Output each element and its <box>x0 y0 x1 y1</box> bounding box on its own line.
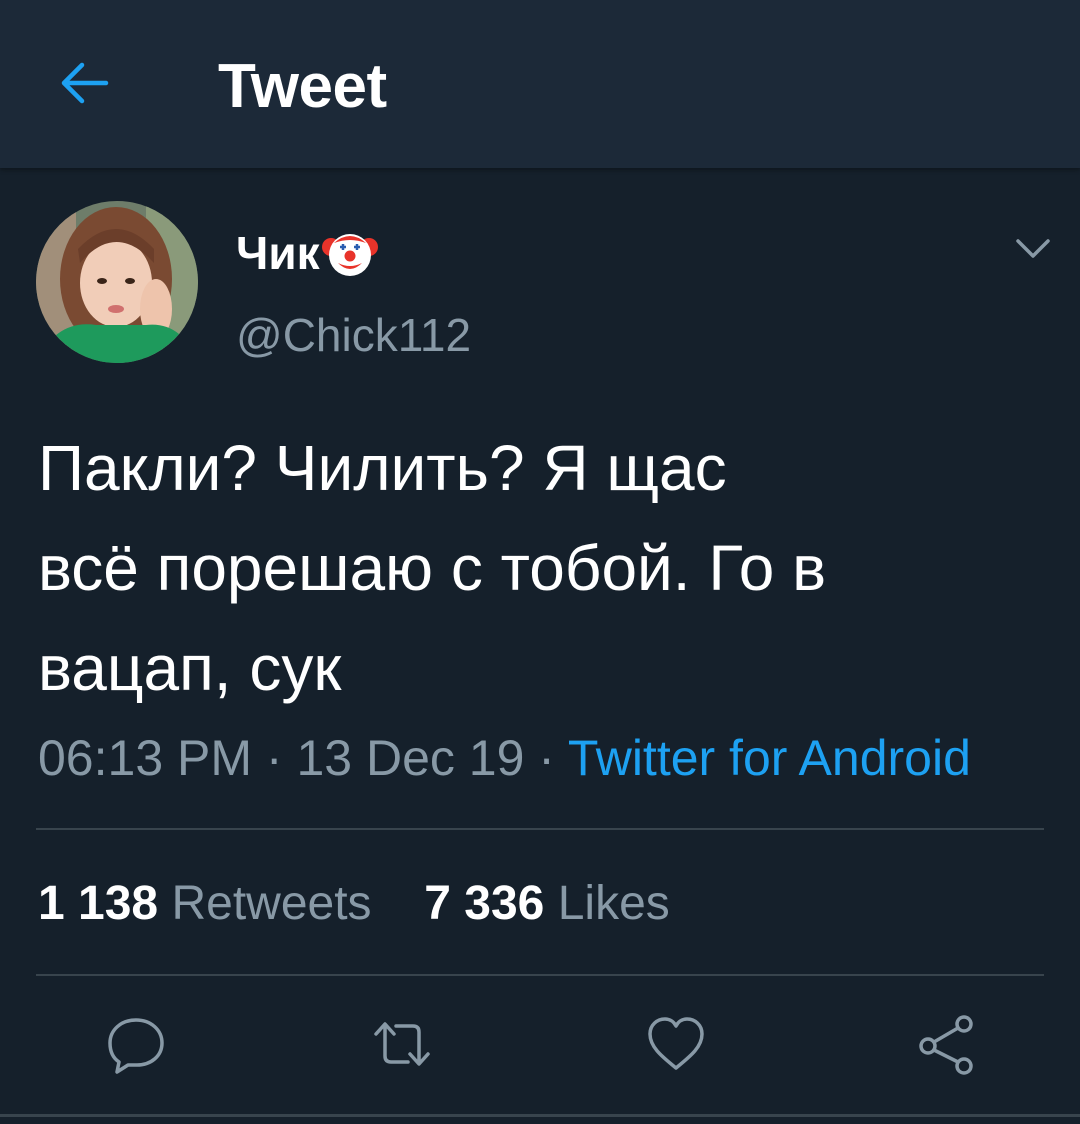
like-button[interactable] <box>644 1012 708 1076</box>
retweets-label: Retweets <box>171 877 372 930</box>
arrow-left-icon <box>61 62 109 104</box>
tweet-date: 13 Dec 19 <box>296 730 525 786</box>
like-icon <box>648 1017 704 1070</box>
display-name[interactable]: Чик <box>236 225 378 281</box>
share-button[interactable] <box>914 1012 978 1076</box>
retweet-icon <box>374 1022 430 1066</box>
more-options-button[interactable] <box>1010 226 1056 272</box>
retweets-count: 1 138 <box>38 877 159 930</box>
tweet-meta: 06:13 PM · 13 Dec 19 · Twitter for Andro… <box>38 726 971 790</box>
divider <box>36 828 1044 830</box>
display-name-text: Чик <box>236 227 320 279</box>
bottom-divider <box>0 1114 1080 1117</box>
page-title: Tweet <box>218 52 387 121</box>
reply-button[interactable] <box>104 1012 168 1076</box>
retweet-button[interactable] <box>370 1012 434 1076</box>
tweet-text: Пакли? Чилить? Я щас всё порешаю с тобой… <box>38 432 827 704</box>
meta-separator: · <box>252 730 297 786</box>
tweet-time: 06:13 PM <box>38 730 253 786</box>
avatar[interactable] <box>36 201 198 363</box>
share-icon <box>919 1015 973 1075</box>
likes-count: 7 336 <box>424 877 545 930</box>
chevron-down-icon <box>1016 239 1050 258</box>
clown-face-icon <box>321 225 378 281</box>
retweets-stat[interactable]: 1 138 Retweets <box>38 872 372 936</box>
divider <box>36 974 1044 976</box>
tweet-stats: 1 138 Retweets 7 336 Likes <box>38 872 670 936</box>
likes-label: Likes <box>557 877 670 930</box>
user-handle[interactable]: @Chick112 <box>236 308 471 362</box>
meta-separator: · <box>524 730 568 786</box>
reply-icon <box>108 1018 164 1074</box>
top-app-bar: Tweet <box>0 0 1080 168</box>
likes-stat[interactable]: 7 336 Likes <box>424 872 670 936</box>
tweet-source-link[interactable]: Twitter for Android <box>568 730 971 786</box>
back-button[interactable] <box>52 50 118 116</box>
